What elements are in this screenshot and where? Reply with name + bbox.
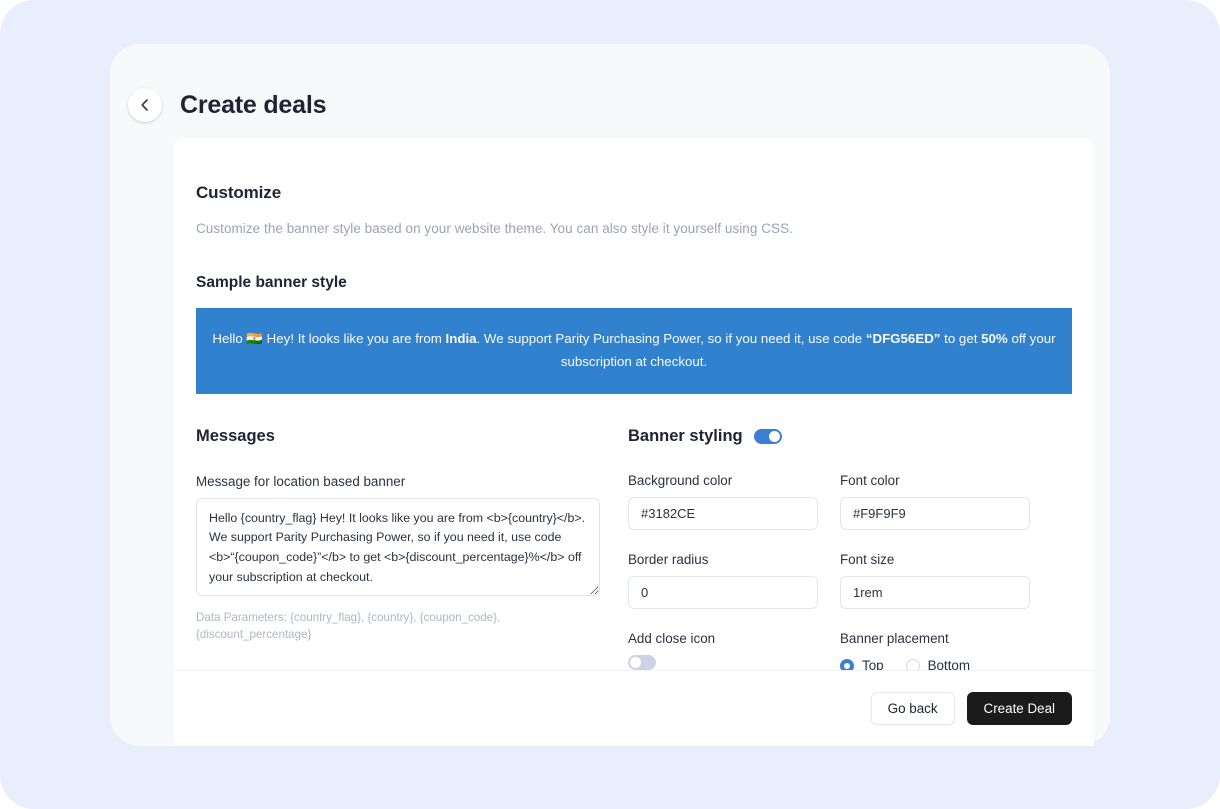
font-color-label: Font color: [840, 472, 900, 488]
card-footer: Go back Create Deal: [174, 670, 1094, 746]
messages-header: Messages: [196, 426, 600, 448]
app-header: Create deals: [110, 44, 1110, 138]
content-card: Customize Customize the banner style bas…: [174, 138, 1094, 746]
banner-text-3: to get: [940, 331, 982, 346]
toggle-knob: [768, 431, 780, 443]
settings-columns: Messages Message for location based bann…: [196, 426, 1072, 677]
font-size-label: Font size: [840, 551, 895, 567]
data-parameters-note: Data Parameters: {country_flag}, {countr…: [196, 610, 501, 641]
chevron-left-icon: [137, 97, 153, 113]
back-button[interactable]: [128, 88, 162, 122]
banner-coupon-code: “DFG56ED”: [865, 331, 941, 346]
messages-column: Messages Message for location based bann…: [196, 426, 600, 677]
banner-placement-label: Banner placement: [840, 630, 949, 646]
banner-styling-column: Banner styling Background color #3182CE …: [628, 426, 1032, 677]
banner-styling-toggle[interactable]: [753, 429, 782, 445]
customize-description: Customize the banner style based on your…: [196, 221, 793, 236]
border-radius-label: Border radius: [628, 551, 709, 567]
page-background: Create deals Customize Customize the ban…: [0, 0, 1220, 809]
background-color-field: Background color: [628, 473, 818, 530]
message-field-label: Message for location based banner: [196, 473, 406, 489]
app-window: Create deals Customize Customize the ban…: [110, 44, 1110, 746]
banner-country: India: [445, 331, 477, 346]
create-deal-button[interactable]: Create Deal: [966, 692, 1072, 725]
banner-styling-header: Banner styling: [628, 426, 1032, 448]
sample-banner-preview: Hello 🇮🇳 Hey! It looks like you are from…: [196, 308, 1072, 394]
add-close-icon-label: Add close icon: [628, 630, 716, 646]
font-color-field: Font color: [840, 473, 1030, 530]
border-radius-input[interactable]: [628, 575, 818, 609]
go-back-button[interactable]: Go back: [870, 692, 955, 725]
banner-text-1: Hello 🇮🇳 Hey! It looks like you are from: [212, 331, 446, 346]
customize-title: Customize: [196, 183, 282, 202]
font-size-input[interactable]: [840, 575, 1030, 609]
banner-styling-title: Banner styling: [628, 427, 743, 446]
background-color-label: Background color: [628, 472, 733, 488]
toggle-knob: [630, 656, 641, 668]
font-size-field: Font size: [840, 552, 1030, 609]
page-title: Create deals: [180, 90, 327, 119]
banner-text-2: . We support Parity Purchasing Power, so…: [476, 331, 866, 346]
font-color-input[interactable]: [840, 496, 1030, 530]
add-close-icon-toggle[interactable]: [628, 654, 656, 670]
border-radius-field: Border radius: [628, 552, 818, 609]
banner-discount: 50%: [981, 331, 1008, 346]
style-fields-grid: Background color Font color Border radiu…: [628, 473, 1032, 677]
messages-title: Messages: [196, 427, 275, 446]
background-color-input[interactable]: [628, 496, 818, 530]
message-textarea[interactable]: [196, 497, 600, 596]
sample-banner-title: Sample banner style: [196, 274, 347, 291]
